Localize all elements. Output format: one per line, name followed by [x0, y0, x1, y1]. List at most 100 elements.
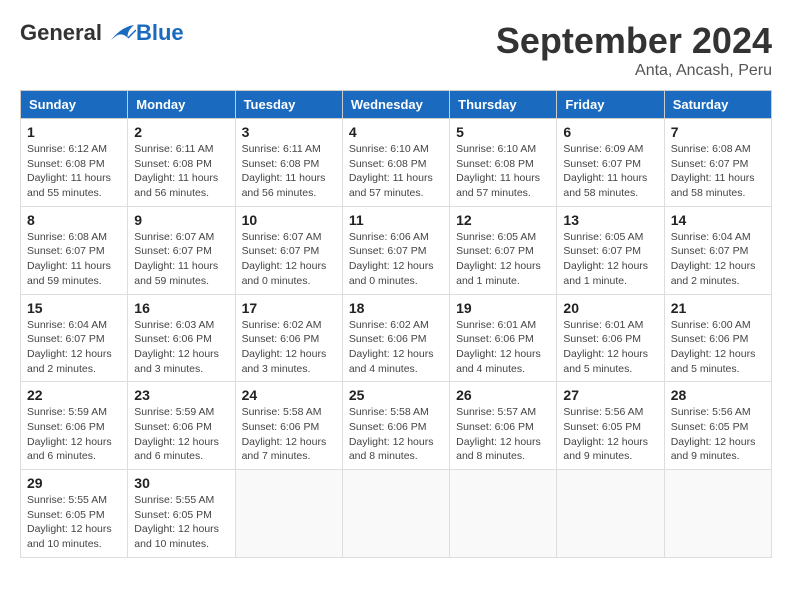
table-row: 30 Sunrise: 5:55 AMSunset: 6:05 PMDayligh… [128, 470, 235, 558]
table-row [450, 470, 557, 558]
table-row: 9 Sunrise: 6:07 AMSunset: 6:07 PMDaylight… [128, 206, 235, 294]
table-row: 15 Sunrise: 6:04 AMSunset: 6:07 PMDayligh… [21, 294, 128, 382]
table-row [342, 470, 449, 558]
day-number: 3 [242, 124, 336, 140]
calendar-header-row: SundayMondayTuesdayWednesdayThursdayFrid… [21, 91, 772, 119]
day-info: Sunrise: 6:03 AMSunset: 6:06 PMDaylight:… [134, 318, 228, 377]
calendar-week-4: 22 Sunrise: 5:59 AMSunset: 6:06 PMDayligh… [21, 382, 772, 470]
day-header-tuesday: Tuesday [235, 91, 342, 119]
day-number: 29 [27, 475, 121, 491]
day-number: 23 [134, 387, 228, 403]
table-row: 13 Sunrise: 6:05 AMSunset: 6:07 PMDayligh… [557, 206, 664, 294]
day-info: Sunrise: 5:59 AMSunset: 6:06 PMDaylight:… [27, 405, 121, 464]
day-info: Sunrise: 6:04 AMSunset: 6:07 PMDaylight:… [27, 318, 121, 377]
day-number: 9 [134, 212, 228, 228]
day-info: Sunrise: 5:55 AMSunset: 6:05 PMDaylight:… [134, 493, 228, 552]
table-row: 3 Sunrise: 6:11 AMSunset: 6:08 PMDaylight… [235, 119, 342, 207]
day-number: 26 [456, 387, 550, 403]
table-row: 27 Sunrise: 5:56 AMSunset: 6:05 PMDayligh… [557, 382, 664, 470]
day-info: Sunrise: 6:12 AMSunset: 6:08 PMDaylight:… [27, 142, 121, 201]
table-row: 29 Sunrise: 5:55 AMSunset: 6:05 PMDayligh… [21, 470, 128, 558]
day-info: Sunrise: 6:07 AMSunset: 6:07 PMDaylight:… [134, 230, 228, 289]
table-row [664, 470, 771, 558]
table-row: 22 Sunrise: 5:59 AMSunset: 6:06 PMDayligh… [21, 382, 128, 470]
day-info: Sunrise: 6:04 AMSunset: 6:07 PMDaylight:… [671, 230, 765, 289]
day-header-monday: Monday [128, 91, 235, 119]
day-info: Sunrise: 6:09 AMSunset: 6:07 PMDaylight:… [563, 142, 657, 201]
day-number: 18 [349, 300, 443, 316]
table-row: 7 Sunrise: 6:08 AMSunset: 6:07 PMDaylight… [664, 119, 771, 207]
table-row: 26Sunrise: 5:57 AMSunset: 6:06 PMDayligh… [450, 382, 557, 470]
day-number: 25 [349, 387, 443, 403]
table-row: 6Sunrise: 6:09 AMSunset: 6:07 PMDaylight… [557, 119, 664, 207]
logo-general-text: General [20, 20, 102, 46]
table-row: 23 Sunrise: 5:59 AMSunset: 6:06 PMDayligh… [128, 382, 235, 470]
day-number: 17 [242, 300, 336, 316]
day-number: 16 [134, 300, 228, 316]
day-info: Sunrise: 6:08 AMSunset: 6:07 PMDaylight:… [671, 142, 765, 201]
day-info: Sunrise: 6:10 AMSunset: 6:08 PMDaylight:… [456, 142, 550, 201]
day-number: 7 [671, 124, 765, 140]
table-row [557, 470, 664, 558]
day-number: 10 [242, 212, 336, 228]
table-row: 21Sunrise: 6:00 AMSunset: 6:06 PMDayligh… [664, 294, 771, 382]
day-info: Sunrise: 5:59 AMSunset: 6:06 PMDaylight:… [134, 405, 228, 464]
day-info: Sunrise: 6:05 AMSunset: 6:07 PMDaylight:… [563, 230, 657, 289]
day-number: 14 [671, 212, 765, 228]
day-info: Sunrise: 5:56 AMSunset: 6:05 PMDaylight:… [671, 405, 765, 464]
table-row: 28 Sunrise: 5:56 AMSunset: 6:05 PMDayligh… [664, 382, 771, 470]
logo-bird-icon [106, 22, 136, 44]
day-info: Sunrise: 6:11 AMSunset: 6:08 PMDaylight:… [134, 142, 228, 201]
calendar-table: SundayMondayTuesdayWednesdayThursdayFrid… [20, 90, 772, 558]
day-number: 13 [563, 212, 657, 228]
day-number: 11 [349, 212, 443, 228]
calendar-week-3: 15 Sunrise: 6:04 AMSunset: 6:07 PMDayligh… [21, 294, 772, 382]
table-row: 24 Sunrise: 5:58 AMSunset: 6:06 PMDayligh… [235, 382, 342, 470]
day-number: 4 [349, 124, 443, 140]
day-header-thursday: Thursday [450, 91, 557, 119]
day-number: 30 [134, 475, 228, 491]
day-number: 22 [27, 387, 121, 403]
day-info: Sunrise: 5:56 AMSunset: 6:05 PMDaylight:… [563, 405, 657, 464]
day-number: 28 [671, 387, 765, 403]
table-row [235, 470, 342, 558]
day-info: Sunrise: 6:11 AMSunset: 6:08 PMDaylight:… [242, 142, 336, 201]
day-number: 2 [134, 124, 228, 140]
table-row: 10 Sunrise: 6:07 AMSunset: 6:07 PMDayligh… [235, 206, 342, 294]
day-info: Sunrise: 6:01 AMSunset: 6:06 PMDaylight:… [563, 318, 657, 377]
page-header: General Blue September 2024 Anta, Ancash… [20, 20, 772, 80]
logo: General Blue [20, 20, 184, 46]
day-info: Sunrise: 6:00 AMSunset: 6:06 PMDaylight:… [671, 318, 765, 377]
day-info: Sunrise: 5:58 AMSunset: 6:06 PMDaylight:… [349, 405, 443, 464]
day-number: 1 [27, 124, 121, 140]
title-block: September 2024 Anta, Ancash, Peru [496, 20, 772, 80]
day-number: 5 [456, 124, 550, 140]
logo-blue-text: Blue [136, 20, 184, 46]
day-number: 27 [563, 387, 657, 403]
day-number: 15 [27, 300, 121, 316]
location: Anta, Ancash, Peru [496, 62, 772, 80]
day-header-sunday: Sunday [21, 91, 128, 119]
day-info: Sunrise: 5:58 AMSunset: 6:06 PMDaylight:… [242, 405, 336, 464]
day-number: 24 [242, 387, 336, 403]
calendar-week-1: 1 Sunrise: 6:12 AMSunset: 6:08 PMDaylight… [21, 119, 772, 207]
day-header-wednesday: Wednesday [342, 91, 449, 119]
day-info: Sunrise: 6:10 AMSunset: 6:08 PMDaylight:… [349, 142, 443, 201]
table-row: 14 Sunrise: 6:04 AMSunset: 6:07 PMDayligh… [664, 206, 771, 294]
day-number: 19 [456, 300, 550, 316]
table-row: 2 Sunrise: 6:11 AMSunset: 6:08 PMDaylight… [128, 119, 235, 207]
day-info: Sunrise: 6:07 AMSunset: 6:07 PMDaylight:… [242, 230, 336, 289]
table-row: 25 Sunrise: 5:58 AMSunset: 6:06 PMDayligh… [342, 382, 449, 470]
day-info: Sunrise: 6:02 AMSunset: 6:06 PMDaylight:… [242, 318, 336, 377]
month-title: September 2024 [496, 20, 772, 62]
day-info: Sunrise: 6:01 AMSunset: 6:06 PMDaylight:… [456, 318, 550, 377]
table-row: 8Sunrise: 6:08 AMSunset: 6:07 PMDaylight… [21, 206, 128, 294]
table-row: 11Sunrise: 6:06 AMSunset: 6:07 PMDayligh… [342, 206, 449, 294]
day-number: 12 [456, 212, 550, 228]
table-row: 4 Sunrise: 6:10 AMSunset: 6:08 PMDaylight… [342, 119, 449, 207]
day-info: Sunrise: 5:55 AMSunset: 6:05 PMDaylight:… [27, 493, 121, 552]
day-info: Sunrise: 6:05 AMSunset: 6:07 PMDaylight:… [456, 230, 550, 289]
table-row: 18Sunrise: 6:02 AMSunset: 6:06 PMDayligh… [342, 294, 449, 382]
table-row: 1 Sunrise: 6:12 AMSunset: 6:08 PMDaylight… [21, 119, 128, 207]
day-info: Sunrise: 6:08 AMSunset: 6:07 PMDaylight:… [27, 230, 121, 289]
